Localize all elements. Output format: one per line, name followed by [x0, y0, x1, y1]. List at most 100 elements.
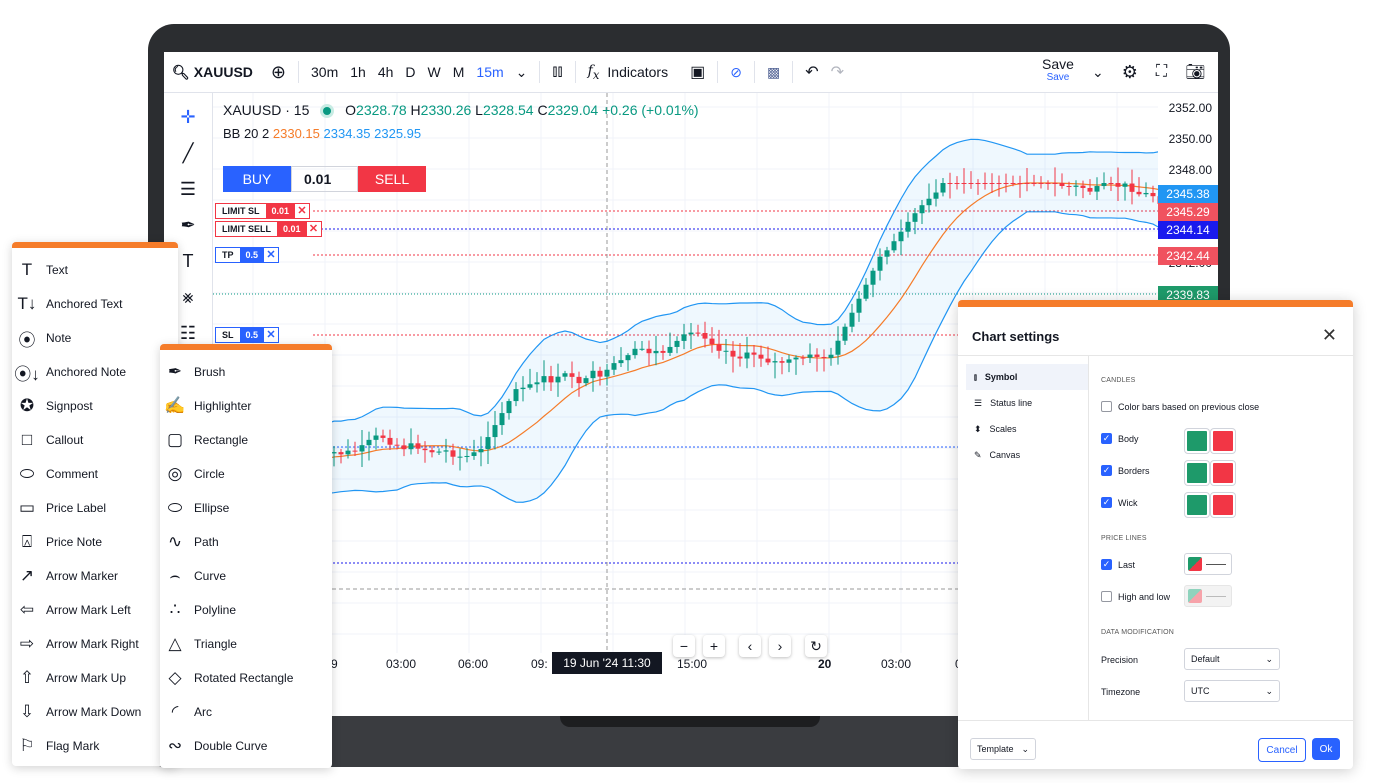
menu-item-ellipse[interactable]: ⬭ Ellipse: [160, 491, 332, 525]
buy-button[interactable]: BUY: [223, 166, 291, 192]
body-row[interactable]: ✓ Body: [1101, 433, 1139, 444]
menu-item-signpost[interactable]: ✪ Signpost: [12, 389, 178, 423]
menu-item-polyline[interactable]: ∴ Polyline: [160, 593, 332, 627]
menu-item-arrow-up[interactable]: ⇧ Arrow Mark Up: [12, 661, 178, 695]
menu-item-callout[interactable]: □ Callout: [12, 423, 178, 457]
last-checkbox[interactable]: ✓: [1101, 559, 1112, 570]
trendline-icon[interactable]: ╱: [176, 141, 200, 165]
camera-icon[interactable]: 📷︎: [1185, 62, 1205, 82]
menu-item-note[interactable]: ⦿ Note: [12, 321, 178, 355]
template-dropdown[interactable]: Template ⌄: [970, 738, 1036, 760]
borders-checkbox[interactable]: ✓: [1101, 465, 1112, 476]
cancel-button[interactable]: Cancel: [1258, 738, 1306, 762]
tab-symbol[interactable]: ⫾ Symbol: [966, 364, 1088, 390]
pattern-icon[interactable]: ⨳: [176, 285, 200, 309]
order-label: LIMIT SELL: [215, 221, 278, 237]
menu-item-highlighter[interactable]: ✍ Highlighter: [160, 389, 332, 423]
order-limit-sell[interactable]: LIMIT SELL 0.01 ✕: [215, 221, 322, 237]
timeframe-d[interactable]: D: [399, 64, 421, 80]
menu-item-text[interactable]: T Text: [12, 253, 178, 287]
prediction-icon[interactable]: ☷: [176, 321, 200, 345]
borders-down-swatch[interactable]: [1211, 461, 1235, 485]
menu-item-anchored-text[interactable]: T↓ Anchored Text: [12, 287, 178, 321]
precision-select[interactable]: Default ⌄: [1184, 648, 1280, 670]
menu-item-arrow-marker[interactable]: ↗ Arrow Marker: [12, 559, 178, 593]
text-icon[interactable]: T: [176, 249, 200, 273]
color-prev-close-checkbox[interactable]: [1101, 401, 1112, 412]
borders-up-swatch[interactable]: [1185, 461, 1209, 485]
sell-button[interactable]: SELL: [358, 166, 426, 192]
timeframe-m[interactable]: M: [447, 64, 471, 80]
body-checkbox[interactable]: ✓: [1101, 433, 1112, 444]
chevron-down-icon[interactable]: ⌄: [510, 64, 534, 81]
menu-item-circle[interactable]: ◎ Circle: [160, 457, 332, 491]
close-icon[interactable]: ✕: [263, 327, 280, 343]
wick-checkbox[interactable]: ✓: [1101, 497, 1112, 508]
menu-item-curve[interactable]: ⌢ Curve: [160, 559, 332, 593]
fib-icon[interactable]: ☰: [176, 177, 200, 201]
brush-icon[interactable]: ✒: [176, 213, 200, 237]
timeframe-w[interactable]: W: [422, 64, 447, 80]
menu-item-rotated-rectangle[interactable]: ◇ Rotated Rectangle: [160, 661, 332, 695]
redo-icon[interactable]: ↷: [825, 62, 850, 82]
menu-item-arrow-left[interactable]: ⇦ Arrow Mark Left: [12, 593, 178, 627]
undo-icon[interactable]: ↶: [799, 62, 824, 82]
indicators-button[interactable]: fx Indicators: [582, 63, 674, 82]
close-icon[interactable]: ✕: [294, 203, 311, 219]
replay-icon[interactable]: ▩: [761, 64, 786, 81]
menu-item-price-label[interactable]: ▭ Price Label: [12, 491, 178, 525]
candle-body: [653, 350, 659, 354]
menu-item-anchored-note[interactable]: ⦿↓ Anchored Note: [12, 355, 178, 389]
candles-icon[interactable]: ⫾⫾: [546, 63, 568, 81]
menu-item-price-note[interactable]: ⍓ Price Note: [12, 525, 178, 559]
close-icon[interactable]: ✕: [1322, 325, 1337, 346]
borders-row[interactable]: ✓ Borders: [1101, 465, 1150, 476]
menu-item-path[interactable]: ∿ Path: [160, 525, 332, 559]
menu-item-brush[interactable]: ✒ Brush: [160, 355, 332, 389]
symbol-search[interactable]: 🔍︎ XAUUSD: [172, 64, 253, 81]
menu-item-rectangle[interactable]: ▢ Rectangle: [160, 423, 332, 457]
body-up-swatch[interactable]: [1185, 429, 1209, 453]
timeframe-1h[interactable]: 1h: [344, 64, 372, 80]
menu-item-double-curve[interactable]: ∾ Double Curve: [160, 729, 332, 763]
hide-icon[interactable]: ⊘: [724, 64, 748, 81]
menu-item-arrow-right[interactable]: ⇨ Arrow Mark Right: [12, 627, 178, 661]
menu-item-comment[interactable]: ⬭ Comment: [12, 457, 178, 491]
layouts-icon[interactable]: ▣: [684, 62, 711, 82]
timeframe-15m[interactable]: 15m: [470, 64, 509, 80]
order-limit-sl[interactable]: LIMIT SL 0.01 ✕: [215, 203, 311, 219]
last-line-style-picker[interactable]: [1184, 553, 1232, 575]
gear-icon[interactable]: ⚙: [1122, 62, 1138, 83]
low-value: 2328.54: [482, 102, 534, 118]
body-down-swatch[interactable]: [1211, 429, 1235, 453]
save-button[interactable]: Save Save: [1042, 57, 1074, 84]
close-icon[interactable]: ✕: [305, 221, 322, 237]
high-low-row[interactable]: High and low: [1101, 591, 1170, 602]
wick-down-swatch[interactable]: [1211, 493, 1235, 517]
high-low-checkbox[interactable]: [1101, 591, 1112, 602]
compare-icon[interactable]: ⊕: [265, 62, 292, 83]
menu-item-arc[interactable]: ◜ Arc: [160, 695, 332, 729]
tab-scales[interactable]: ⬍ Scales: [966, 416, 1088, 442]
menu-item-flag[interactable]: ⚐ Flag Mark: [12, 729, 178, 763]
high-low-line-style-picker[interactable]: [1184, 585, 1232, 607]
wick-up-swatch[interactable]: [1185, 493, 1209, 517]
fullscreen-icon[interactable]: ⛶: [1156, 63, 1167, 81]
wick-row[interactable]: ✓ Wick: [1101, 497, 1138, 508]
order-sl[interactable]: SL 0.5 ✕: [215, 327, 280, 343]
close-icon[interactable]: ✕: [263, 247, 280, 263]
timezone-select[interactable]: UTC ⌄: [1184, 680, 1280, 702]
save-menu-chevron-icon[interactable]: ⌄: [1092, 64, 1104, 81]
timeframe-4h[interactable]: 4h: [372, 64, 400, 80]
menu-item-triangle[interactable]: △ Triangle: [160, 627, 332, 661]
tab-canvas[interactable]: ✎ Canvas: [966, 442, 1088, 468]
tab-status-line[interactable]: ☰ Status line: [966, 390, 1088, 416]
crosshair-icon[interactable]: ✛: [176, 105, 200, 129]
last-row[interactable]: ✓ Last: [1101, 559, 1135, 570]
timeframe-30m[interactable]: 30m: [305, 64, 344, 80]
quantity-input[interactable]: 0.01: [291, 166, 358, 192]
ok-button[interactable]: Ok: [1312, 738, 1340, 760]
color-prev-close-row[interactable]: Color bars based on previous close: [1101, 401, 1259, 412]
order-tp[interactable]: TP 0.5 ✕: [215, 247, 280, 263]
menu-item-arrow-down[interactable]: ⇩ Arrow Mark Down: [12, 695, 178, 729]
